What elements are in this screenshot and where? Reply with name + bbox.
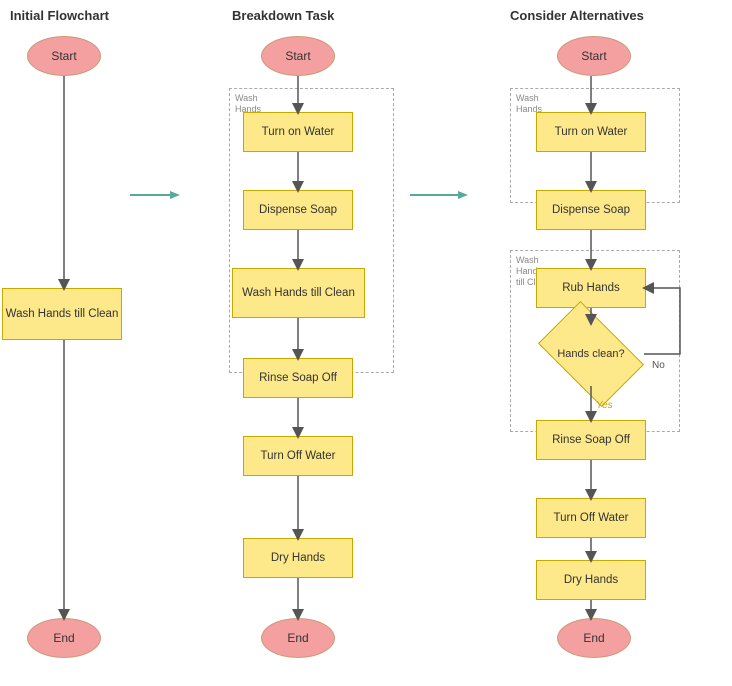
col2-p1: Turn on Water bbox=[243, 112, 353, 152]
col2-header: Breakdown Task bbox=[232, 8, 334, 23]
col2-end: End bbox=[261, 618, 335, 658]
col3-p4: Rinse Soap Off bbox=[536, 420, 646, 460]
col1-process1: Wash Hands till Clean bbox=[2, 288, 122, 340]
col3-p1: Turn on Water bbox=[536, 112, 646, 152]
col3-p5: Turn Off Water bbox=[536, 498, 646, 538]
col3-p2: Dispense Soap bbox=[536, 190, 646, 230]
col3-end: End bbox=[557, 618, 631, 658]
col2-p6: Dry Hands bbox=[243, 538, 353, 578]
col3-p6: Dry Hands bbox=[536, 560, 646, 600]
col2-start: Start bbox=[261, 36, 335, 76]
col3-p3: Rub Hands bbox=[536, 268, 646, 308]
col3-header: Consider Alternatives bbox=[510, 8, 644, 23]
col2-p5: Turn Off Water bbox=[243, 436, 353, 476]
col2-p2: Dispense Soap bbox=[243, 190, 353, 230]
canvas: Initial Flowchart Breakdown Task Conside… bbox=[0, 0, 732, 686]
col1-start: Start bbox=[27, 36, 101, 76]
col3-diamond: Hands clean? bbox=[538, 322, 644, 386]
col2-p4: Rinse Soap Off bbox=[243, 358, 353, 398]
col3-start: Start bbox=[557, 36, 631, 76]
col1-end: End bbox=[27, 618, 101, 658]
col1-header: Initial Flowchart bbox=[10, 8, 109, 23]
col2-p3: Wash Hands till Clean bbox=[232, 268, 365, 318]
